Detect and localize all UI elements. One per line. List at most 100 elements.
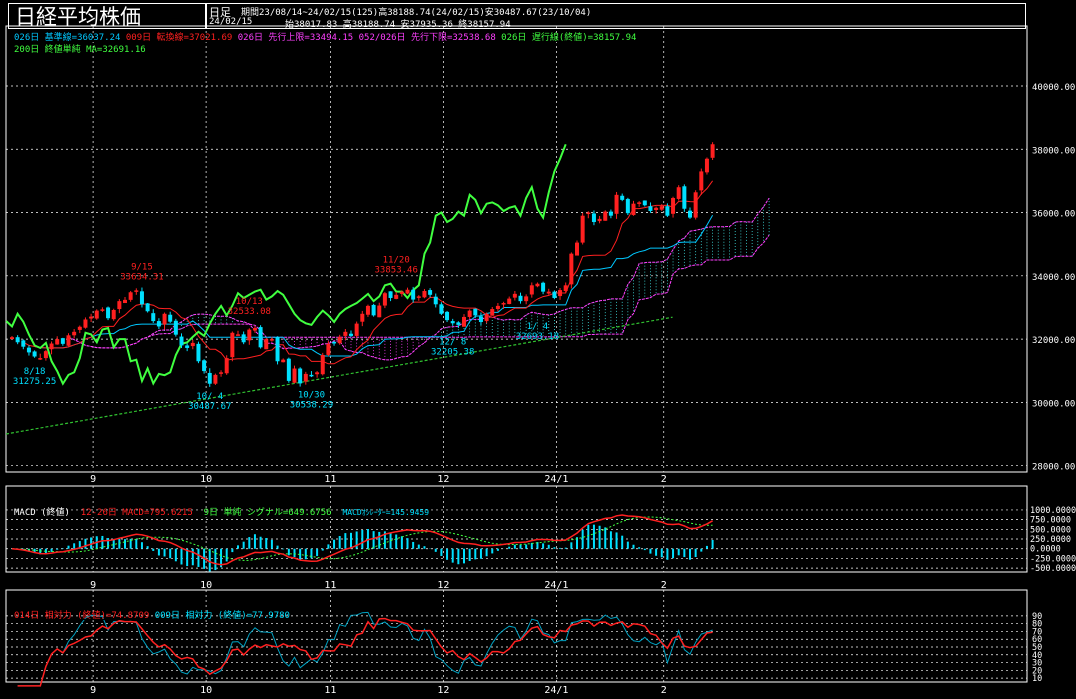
candle-body bbox=[586, 212, 591, 215]
legend-ma200: 200日 終値単純 MA=32691.16 bbox=[14, 45, 146, 55]
candle-body bbox=[552, 291, 557, 298]
candle-body bbox=[382, 293, 387, 306]
candle-body bbox=[405, 289, 410, 294]
candle-body bbox=[207, 372, 212, 384]
candle-body bbox=[580, 215, 585, 243]
extreme-price-label: 30538.29 bbox=[290, 400, 333, 410]
candle-body bbox=[450, 321, 455, 324]
candle-body bbox=[252, 328, 257, 331]
extreme-date-label: 1/ 4 bbox=[527, 322, 549, 332]
candle-body bbox=[637, 202, 642, 204]
candle-body bbox=[309, 374, 314, 377]
candle-body bbox=[676, 187, 681, 199]
macd-y-tick-label: -500.0000 bbox=[1030, 564, 1076, 574]
candle-body bbox=[354, 323, 359, 336]
candle-body bbox=[704, 158, 709, 173]
candle-body bbox=[365, 305, 370, 315]
legend-ma: 200日 終値単純 MA=32691.16 bbox=[14, 42, 146, 55]
candle-body bbox=[213, 374, 218, 384]
kijun-line bbox=[34, 215, 714, 357]
candle-body bbox=[230, 332, 235, 358]
candle-body bbox=[264, 339, 269, 350]
macd-y-tick-label: 0.0000 bbox=[1030, 545, 1061, 555]
candle-body bbox=[349, 333, 353, 336]
extreme-price-label: 30487.67 bbox=[188, 402, 231, 412]
legend-rsi14: 014日 相対力 (終値)=74.8709 bbox=[14, 611, 150, 621]
candle-body bbox=[591, 213, 596, 223]
main-y-tick-label: 38000.00 bbox=[1032, 146, 1075, 156]
candles bbox=[10, 142, 715, 387]
macd-y-tick-label: 750.0000 bbox=[1030, 516, 1071, 526]
candle-body bbox=[123, 299, 127, 304]
candle-body bbox=[546, 291, 551, 294]
extreme-date-label: 10/13 bbox=[236, 297, 263, 307]
candle-body bbox=[603, 211, 608, 221]
candle-body bbox=[671, 197, 676, 214]
legend-span-b: 052/026日 先行下限=32538.68 bbox=[358, 33, 496, 43]
candle-body bbox=[563, 285, 568, 292]
legend-span-a: 026日 先行上限=33494.15 bbox=[237, 33, 354, 43]
candle-body bbox=[247, 329, 252, 341]
extreme-date-label: 12/ 8 bbox=[439, 338, 466, 348]
candle-body bbox=[529, 285, 534, 295]
candle-body bbox=[654, 207, 659, 211]
candle-body bbox=[688, 210, 692, 218]
extreme-price-label: 32205.38 bbox=[431, 348, 474, 358]
candle-body bbox=[337, 336, 342, 344]
main-y-tick-label: 34000.00 bbox=[1032, 273, 1075, 283]
candle-body bbox=[38, 358, 43, 360]
candle-body bbox=[360, 313, 365, 322]
legend-rsi: 014日 相対力 (終値)=74.8709 009日 相対力 (終値)=77.9… bbox=[14, 608, 290, 621]
candle-body bbox=[518, 295, 523, 302]
candle-body bbox=[15, 337, 20, 343]
main-panel-frame bbox=[5, 25, 1028, 473]
ma200-line bbox=[5, 316, 673, 435]
candle-body bbox=[659, 206, 664, 210]
extreme-date-label: 10/30 bbox=[298, 390, 325, 400]
candle-body bbox=[66, 335, 71, 346]
candle-body bbox=[196, 343, 201, 362]
extreme-date-label: 9/15 bbox=[131, 262, 153, 272]
candle-body bbox=[682, 186, 687, 209]
candle-body bbox=[665, 206, 670, 216]
candle-body bbox=[428, 290, 433, 295]
rsi-x-tick-label: 12 bbox=[437, 685, 449, 696]
candle-body bbox=[501, 303, 506, 305]
candle-body bbox=[558, 290, 563, 297]
candle-body bbox=[467, 310, 472, 317]
rsi-y-tick-label: 10 bbox=[1032, 674, 1042, 684]
candle-body bbox=[439, 304, 444, 314]
candle-body bbox=[388, 291, 393, 298]
main-y-tick-label: 32000.00 bbox=[1032, 336, 1075, 346]
candle-body bbox=[106, 307, 111, 319]
macd-x-tick-label: 2 bbox=[661, 580, 667, 591]
candle-body bbox=[10, 337, 14, 340]
candle-body bbox=[320, 354, 325, 375]
candle-body bbox=[693, 192, 698, 218]
candle-body bbox=[258, 327, 263, 348]
main-x-tick-label: 10 bbox=[200, 474, 212, 485]
candle-body bbox=[699, 171, 704, 191]
candle-body bbox=[371, 304, 376, 316]
candle-body bbox=[202, 360, 207, 372]
macd-x-tick-label: 12 bbox=[437, 580, 449, 591]
chikou-span-line bbox=[5, 143, 567, 386]
candle-body bbox=[462, 316, 466, 327]
candle-body bbox=[484, 313, 489, 322]
candle-body bbox=[315, 372, 320, 375]
macd-x-tick-label: 24/1 bbox=[544, 580, 568, 591]
candle-body bbox=[332, 341, 337, 344]
candle-body bbox=[89, 316, 94, 319]
candle-body bbox=[416, 296, 421, 298]
candle-body bbox=[32, 351, 37, 357]
candle-body bbox=[60, 338, 65, 344]
candle-body bbox=[43, 351, 48, 359]
candle-body bbox=[507, 298, 512, 304]
candle-body bbox=[377, 305, 382, 318]
candle-body bbox=[128, 292, 133, 300]
candle-body bbox=[298, 368, 303, 384]
extreme-date-label: 11/20 bbox=[383, 255, 410, 265]
legend-macd-line: 12-26日 MACD=795.6215 bbox=[80, 508, 193, 518]
candle-body bbox=[569, 253, 574, 285]
candle-body bbox=[473, 308, 478, 316]
